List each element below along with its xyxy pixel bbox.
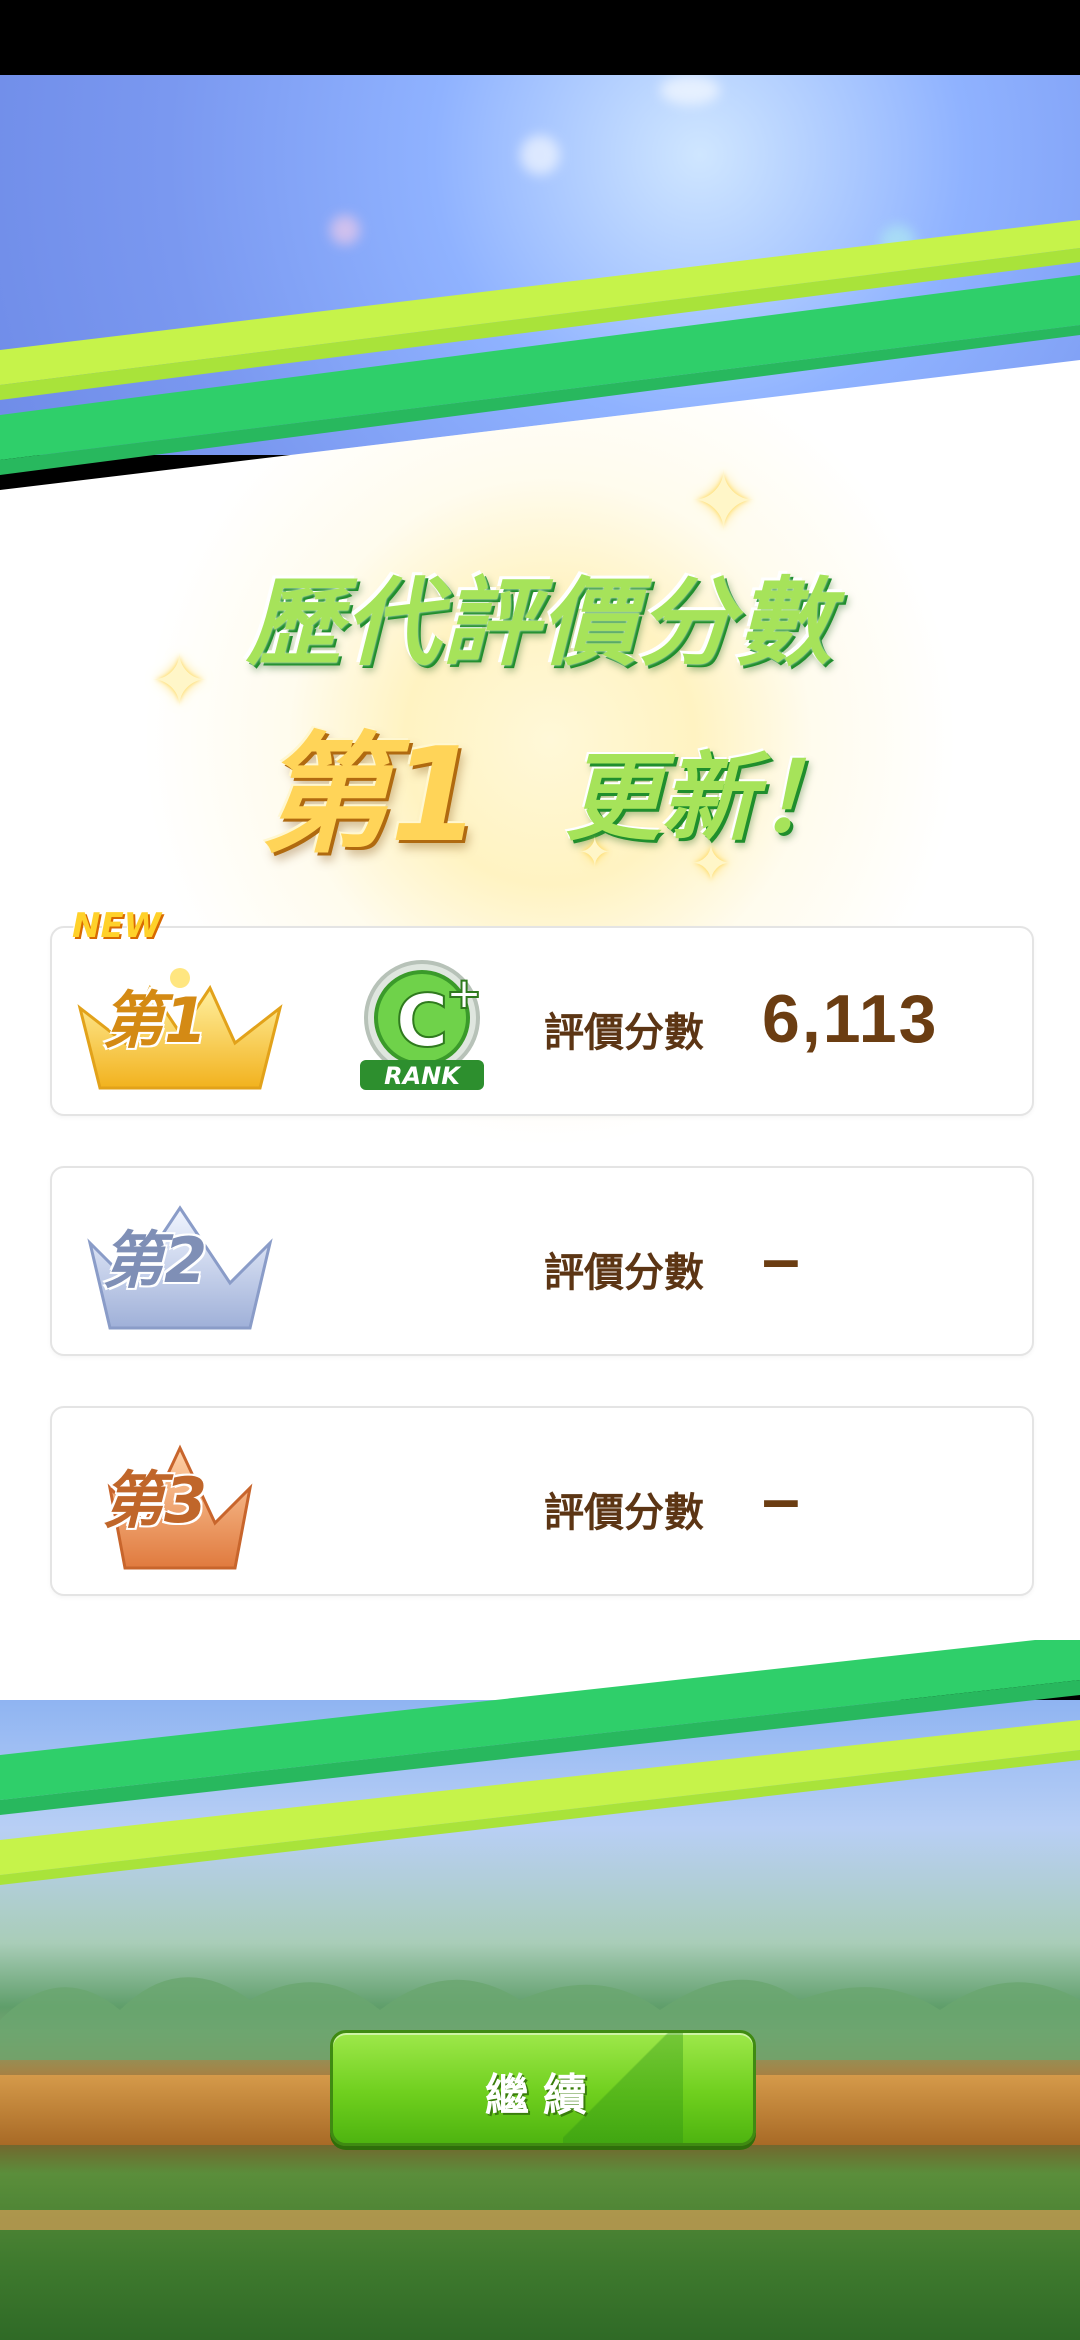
status-bar	[0, 0, 1080, 75]
headline-rank: 第1	[260, 719, 481, 871]
sparkle-icon: ✦	[150, 640, 209, 722]
continue-label: 繼續	[485, 2071, 601, 2120]
rank-grade-badge: C + RANK	[352, 956, 492, 1096]
rank-row-3: 第3 評價分數 –	[50, 1406, 1034, 1596]
fence-rail-lower	[0, 2210, 1080, 2230]
rank-grade-modifier: +	[446, 968, 483, 1019]
bottom-stripes	[0, 1640, 1080, 1885]
crown-label: 第1	[102, 984, 208, 1057]
score-label: 評價分數	[544, 1011, 704, 1055]
crown-label: 第3	[102, 1464, 208, 1537]
score-label: 評價分數	[544, 1251, 704, 1295]
continue-button[interactable]: 繼續	[330, 2030, 756, 2146]
sparkle-icon: ✦	[690, 835, 732, 893]
rank-row-1: NEW 第1 C + RANK 評價分數 6,113	[50, 906, 1034, 1116]
score-value: –	[762, 1221, 802, 1297]
score-value: 6,113	[762, 981, 939, 1057]
rank-word: RANK	[384, 1062, 462, 1090]
crown-label: 第2	[102, 1224, 208, 1297]
sparkle-icon: ✦	[690, 455, 758, 548]
rank-row-2: 第2 評價分數 –	[50, 1166, 1034, 1356]
score-label: 評價分數	[544, 1491, 704, 1535]
sparkle-icon: ✦	[578, 830, 612, 876]
score-value: –	[762, 1461, 802, 1537]
new-badge: NEW	[72, 906, 162, 946]
rank-grade-letter: C	[396, 979, 449, 1063]
